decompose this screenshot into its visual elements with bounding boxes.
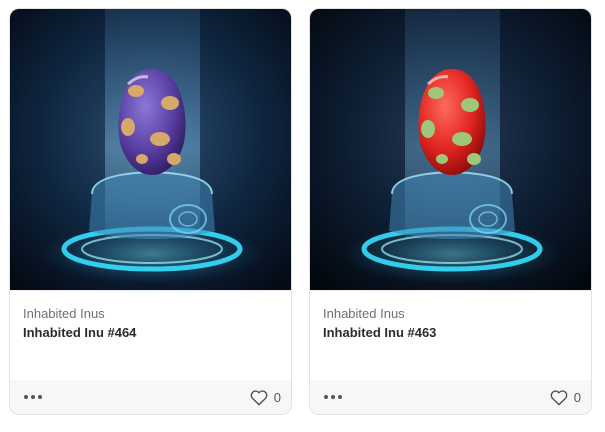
more-horizontal-icon-dot [38,395,42,399]
egg-incubator-illustration [310,9,591,290]
egg-incubator-illustration [10,9,291,290]
more-horizontal-icon [24,395,28,399]
token-name[interactable]: Inhabited Inu #464 [23,325,136,340]
collection-name[interactable]: Inhabited Inus [323,306,405,321]
card-info: Inhabited Inus Inhabited Inu #463 [310,290,591,380]
more-horizontal-icon-dot [331,395,335,399]
collection-name[interactable]: Inhabited Inus [23,306,105,321]
card-footer: 0 [310,380,591,414]
card-footer: 0 [10,380,291,414]
token-name[interactable]: Inhabited Inu #463 [323,325,436,340]
like-count: 0 [273,389,281,405]
card-info: Inhabited Inus Inhabited Inu #464 [10,290,291,380]
nft-image[interactable] [310,9,591,290]
heart-outline-icon [550,389,568,405]
like-button[interactable]: 0 [250,387,281,407]
like-button[interactable]: 0 [550,387,581,407]
nft-image[interactable] [10,9,291,290]
more-horizontal-icon-dot [31,395,35,399]
nft-card-463[interactable]: Inhabited Inus Inhabited Inu #463 0 [309,8,592,415]
more-options-button[interactable] [324,391,346,403]
nft-card-464[interactable]: Inhabited Inus Inhabited Inu #464 0 [9,8,292,415]
like-count: 0 [573,389,581,405]
more-options-button[interactable] [24,391,46,403]
heart-outline-icon [250,389,268,405]
more-horizontal-icon [324,395,328,399]
more-horizontal-icon-dot [338,395,342,399]
